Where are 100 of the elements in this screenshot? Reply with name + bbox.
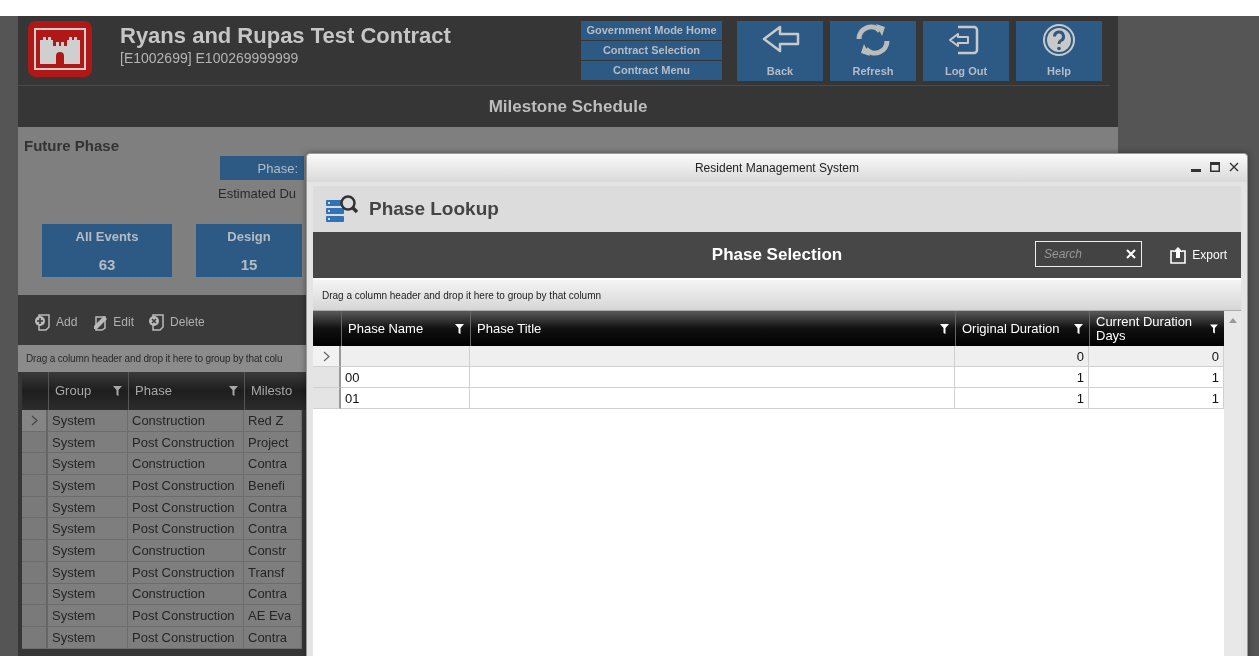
table-cell: Project xyxy=(244,431,302,454)
nav-link[interactable]: Government Mode Home xyxy=(581,21,722,40)
column-header[interactable]: Phase Name xyxy=(348,321,424,336)
logout-button[interactable]: Log Out xyxy=(923,21,1009,81)
tile-label: Design xyxy=(227,229,271,244)
table-cell: Post Construction xyxy=(128,605,244,627)
table-cell: System xyxy=(48,410,128,432)
help-button[interactable]: Help xyxy=(1016,21,1102,81)
table-cell: AE Eva xyxy=(244,605,302,627)
table-cell: Post Construction xyxy=(128,626,244,649)
export-icon xyxy=(1168,246,1189,264)
row-indicator[interactable] xyxy=(22,605,48,627)
clear-icon[interactable] xyxy=(1126,249,1136,259)
row-indicator[interactable] xyxy=(22,410,48,432)
table-cell: Post Construction xyxy=(128,496,244,519)
row-indicator[interactable] xyxy=(22,453,48,476)
table-cell: System xyxy=(48,475,128,497)
scrollbar[interactable] xyxy=(1224,311,1241,656)
window-title: Resident Management System xyxy=(694,161,860,175)
column-header[interactable]: Phase Title xyxy=(477,321,542,336)
table-cell: Post Construction xyxy=(128,431,244,454)
row-indicator[interactable] xyxy=(22,540,48,562)
filter-icon xyxy=(113,386,122,396)
nav-link[interactable]: Contract Selection xyxy=(581,41,722,60)
export-button[interactable]: Export xyxy=(1168,246,1227,264)
scroll-up-icon[interactable] xyxy=(1228,318,1237,323)
table-cell: Post Construction xyxy=(128,475,244,497)
grid-title: Phase Selection xyxy=(711,245,843,264)
table-cell: Post Construction xyxy=(128,518,244,541)
row-indicator[interactable] xyxy=(22,496,48,519)
row-indicator[interactable] xyxy=(22,626,48,649)
close-icon[interactable] xyxy=(1229,162,1239,172)
column-header[interactable]: Original Duration xyxy=(962,321,1060,336)
table-cell: System xyxy=(48,496,128,519)
add-button[interactable]: Add xyxy=(34,313,78,331)
search-field[interactable]: Search xyxy=(1035,241,1142,267)
nav-link[interactable]: Contract Menu xyxy=(581,61,722,80)
table-cell: System xyxy=(48,583,128,606)
contract-number: [E1002699] E100269999999 xyxy=(120,50,300,66)
table-cell: Construction xyxy=(128,540,244,562)
table-cell: System xyxy=(48,605,128,627)
tile-count: 15 xyxy=(240,256,258,273)
table-cell: Construction xyxy=(128,583,244,606)
filter-icon xyxy=(940,323,949,334)
table-cell: Contra xyxy=(244,496,302,519)
filter-icon xyxy=(455,323,464,334)
table-cell: Transf xyxy=(244,561,302,584)
row-indicator[interactable] xyxy=(22,518,48,541)
table-cell: Benefi xyxy=(244,475,302,497)
table-cell: System xyxy=(48,626,128,649)
table-cell: System xyxy=(48,540,128,562)
table-cell: Contra xyxy=(244,626,302,649)
back-button[interactable]: Back xyxy=(737,21,823,81)
summary-tile[interactable]: Design 15 xyxy=(196,224,302,277)
database-search-icon xyxy=(325,194,359,224)
section-title: Future Phase xyxy=(23,136,121,154)
table-cell: 1 xyxy=(1089,367,1224,388)
table-cell: 00 xyxy=(341,367,470,388)
table-cell: 1 xyxy=(955,388,1089,409)
table-cell: 0 xyxy=(955,346,1089,367)
delete-button[interactable]: Delete xyxy=(148,313,205,331)
table-cell: Post Construction xyxy=(128,561,244,584)
summary-tile[interactable]: All Events 63 xyxy=(42,224,172,277)
column-header[interactable]: Current Duration Days xyxy=(1096,314,1211,343)
edit-document-icon xyxy=(91,313,110,331)
chevron-icon xyxy=(30,414,38,426)
row-indicator[interactable] xyxy=(313,367,341,388)
delete-document-icon xyxy=(148,313,167,331)
filter-icon xyxy=(1210,323,1218,334)
group-hint: Drag a column header and drop it here to group by that colu xyxy=(26,353,283,364)
castle-drawing xyxy=(34,28,86,70)
column-header[interactable]: Milesto xyxy=(251,384,293,398)
table-cell: System xyxy=(48,453,128,476)
table-cell: Construction xyxy=(128,410,244,432)
row-indicator[interactable] xyxy=(22,475,48,497)
edit-button[interactable]: Edit xyxy=(91,313,135,331)
dialog-heading: Phase Lookup xyxy=(369,198,499,220)
row-indicator[interactable] xyxy=(22,561,48,584)
maximize-icon[interactable] xyxy=(1210,162,1220,172)
table-cell: Construction xyxy=(128,453,244,476)
row-indicator[interactable] xyxy=(22,583,48,606)
chevron-icon xyxy=(322,350,330,362)
column-header[interactable]: Group xyxy=(55,384,92,398)
table-cell: 1 xyxy=(955,367,1089,388)
filter-icon xyxy=(1074,323,1083,334)
column-header[interactable]: Phase xyxy=(135,384,172,398)
refresh-button[interactable]: Refresh xyxy=(830,21,916,81)
row-indicator[interactable] xyxy=(22,431,48,454)
table-cell: Constr xyxy=(244,540,302,562)
table-cell: System xyxy=(48,431,128,454)
tile-label: All Events xyxy=(75,229,139,244)
row-indicator[interactable] xyxy=(313,346,341,367)
table-cell: Contra xyxy=(244,583,302,606)
tile-count: 63 xyxy=(98,256,116,273)
row-indicator[interactable] xyxy=(313,388,341,409)
table-cell: System xyxy=(48,518,128,541)
group-hint: Drag a column header and drop it here to group by that column xyxy=(322,289,602,301)
table-cell: 1 xyxy=(1089,388,1224,409)
contract-title: Ryans and Rupas Test Contract xyxy=(120,23,452,49)
table-cell: System xyxy=(48,561,128,584)
